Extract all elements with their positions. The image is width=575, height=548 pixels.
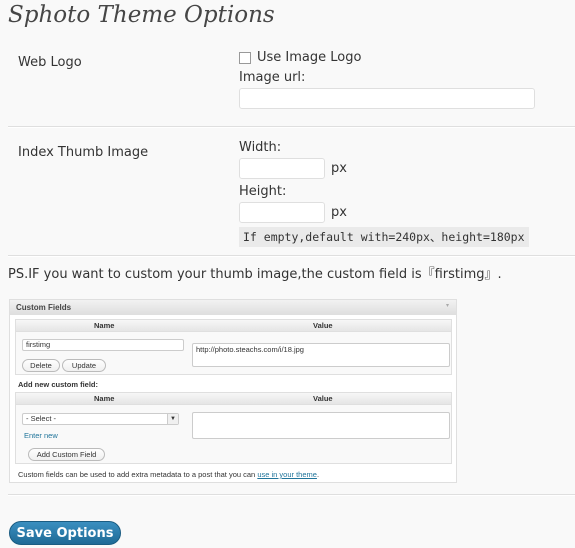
height-label: Height: [239,184,287,199]
page-title: Sphoto Theme Options [8,2,275,28]
footer-end: . [316,470,320,479]
width-label: Width: [239,140,282,155]
custom-fields-panel: Custom Fields ▾ Name Value firstimg http… [9,299,457,483]
add-new-field-label: Add new custom field: [18,380,99,389]
panel-header: Custom Fields ▾ [10,300,456,315]
save-options-button[interactable]: Save Options [9,521,121,545]
new-field-value-textarea[interactable] [192,412,450,439]
new-field-table: Name Value - Select - ▼ Enter new Add Cu… [15,392,452,464]
use-image-logo-label[interactable]: Use Image Logo [257,50,361,65]
delete-field-button[interactable]: Delete [22,359,60,372]
custom-fields-footer: Custom fields can be used to add extra m… [18,470,319,479]
width-input[interactable] [239,158,325,179]
width-unit: px [331,161,347,176]
default-size-note: If empty,default with=240px、height=180px [239,227,529,247]
divider [8,255,575,257]
enter-new-link[interactable]: Enter new [24,431,58,440]
update-field-button[interactable]: Update [62,359,106,372]
image-url-input[interactable] [239,88,535,109]
field-value-textarea[interactable]: http://photo.steachs.com/i/18.jpg [192,343,450,367]
table-header: Name Value [16,393,451,405]
value-column-header: Value [313,321,333,330]
custom-field-hint: PS.IF you want to custom your thumb imag… [8,267,502,282]
image-url-label: Image url: [239,70,306,85]
value-column-header: Value [313,394,333,403]
web-logo-label: Web Logo [18,55,82,70]
name-column-header: Name [94,321,115,330]
name-column-header: Name [94,394,115,403]
panel-title: Custom Fields [16,303,72,312]
use-in-theme-link[interactable]: use in your theme [257,470,317,479]
use-image-logo-checkbox[interactable] [239,52,251,64]
height-input[interactable] [239,202,325,223]
add-custom-field-button[interactable]: Add Custom Field [28,448,105,461]
existing-fields-table: Name Value firstimg http://photo.steachs… [15,319,452,375]
chevron-down-icon[interactable]: ▼ [167,414,178,424]
height-unit: px [331,205,347,220]
index-thumb-label: Index Thumb Image [18,145,149,160]
select-value: - Select - [26,414,57,423]
divider [8,126,575,128]
toggle-arrow-icon[interactable]: ▾ [446,303,452,309]
footer-text: Custom fields can be used to add extra m… [18,470,256,479]
field-name-input[interactable]: firstimg [22,339,184,351]
table-header: Name Value [16,320,451,332]
field-key-select[interactable]: - Select - ▼ [22,413,179,425]
divider [8,494,575,496]
